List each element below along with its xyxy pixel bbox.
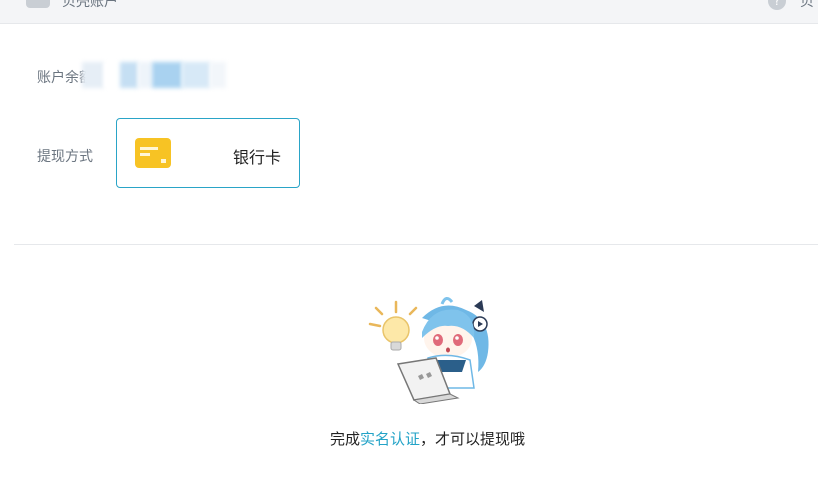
top-bar: 贝壳账户 ? 贝 xyxy=(0,0,818,24)
notice-suffix: ，才可以提现哦 xyxy=(420,430,526,448)
question-circle-icon[interactable]: ? xyxy=(768,0,786,10)
real-name-notice: 完成实名认证，才可以提现哦 xyxy=(330,428,525,449)
lightbulb-icon xyxy=(368,300,418,351)
page-title: 贝壳账户 xyxy=(62,0,118,10)
bank-card-icon xyxy=(135,138,171,168)
withdraw-method-label: 提现方式 xyxy=(37,149,93,165)
withdraw-method-bank-card[interactable]: 银行卡 xyxy=(116,118,300,188)
help-link[interactable]: 贝 xyxy=(800,0,814,11)
bank-card-label: 银行卡 xyxy=(233,148,282,167)
real-name-verification-link[interactable]: 实名认证 xyxy=(360,430,420,448)
notice-prefix: 完成 xyxy=(330,430,361,448)
divider xyxy=(14,244,818,245)
shell-account-icon xyxy=(26,0,50,8)
mascot-illustration xyxy=(368,297,489,404)
balance-value-obscured xyxy=(82,60,228,90)
